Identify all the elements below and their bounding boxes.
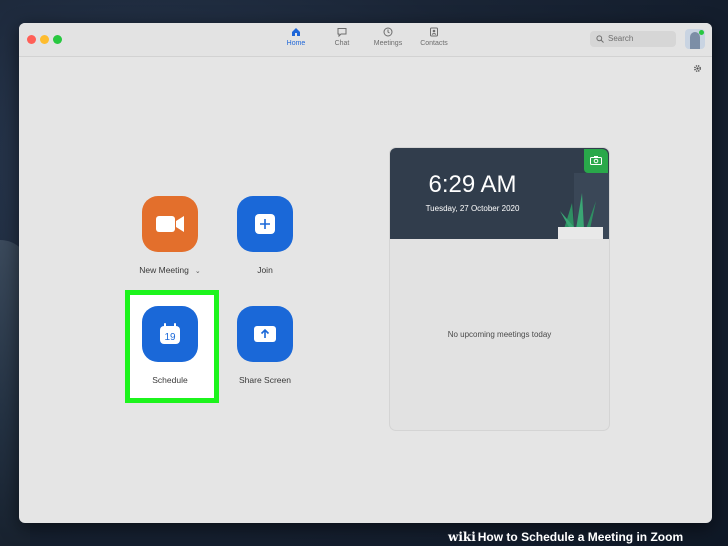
minimize-window-button[interactable]: [40, 35, 49, 44]
new-meeting-tile[interactable]: [142, 196, 198, 252]
plus-icon: [255, 214, 275, 234]
share-screen-tile[interactable]: [237, 306, 293, 362]
tab-contacts[interactable]: Contacts: [410, 27, 458, 53]
background-camera-button[interactable]: [584, 149, 608, 173]
search-input[interactable]: Search: [590, 31, 676, 47]
new-meeting-button[interactable]: New Meeting ⌄: [130, 196, 210, 275]
tab-chat[interactable]: Chat: [318, 27, 366, 53]
current-date: Tuesday, 27 October 2020: [425, 204, 520, 213]
clock-icon: [383, 27, 393, 37]
upload-arrow-icon: [254, 326, 276, 342]
tab-home[interactable]: Home: [272, 27, 320, 53]
tab-chat-label: Chat: [334, 40, 350, 47]
plant-illustration: [558, 173, 609, 239]
chat-icon: [337, 28, 347, 37]
join-tile[interactable]: [237, 196, 293, 252]
share-screen-button[interactable]: Share Screen: [225, 306, 305, 385]
avatar-figure: [690, 32, 700, 49]
join-button[interactable]: Join: [225, 196, 305, 275]
tab-meetings-label: Meetings: [373, 40, 403, 47]
title-bar: Home Chat Meetings Contacts Search: [19, 23, 712, 57]
schedule-label: Schedule: [152, 375, 188, 385]
camera-icon: [590, 156, 602, 165]
new-meeting-label: New Meeting: [139, 265, 189, 275]
zoom-window-button[interactable]: [53, 35, 62, 44]
wikihow-watermark: wiki How to Schedule a Meeting in Zoom: [448, 528, 728, 546]
home-icon: [292, 28, 300, 36]
tab-meetings[interactable]: Meetings: [364, 27, 412, 53]
online-status-dot: [699, 30, 704, 35]
chevron-down-icon[interactable]: ⌄: [195, 267, 201, 275]
video-camera-icon: [156, 216, 184, 232]
clock-header: 6:29 AM Tuesday, 27 October 2020: [390, 148, 609, 239]
contacts-icon: [430, 27, 438, 37]
current-time: 6:29 AM: [428, 171, 517, 198]
no-meetings-message: No upcoming meetings today: [447, 330, 552, 339]
search-icon: [596, 35, 604, 43]
zoom-window: Home Chat Meetings Contacts Search New M…: [19, 23, 712, 523]
close-window-button[interactable]: [27, 35, 36, 44]
share-screen-label: Share Screen: [239, 375, 291, 385]
wikihow-logo: wiki: [448, 530, 476, 544]
schedule-button[interactable]: 19 Schedule: [130, 306, 210, 385]
schedule-tile[interactable]: 19: [142, 306, 198, 362]
search-placeholder: Search: [608, 34, 634, 43]
article-title: How to Schedule a Meeting in Zoom: [477, 530, 684, 544]
tab-contacts-label: Contacts: [420, 40, 448, 47]
join-label: Join: [257, 265, 273, 275]
upcoming-meetings-panel: 6:29 AM Tuesday, 27 October 2020 No upco…: [390, 148, 609, 430]
tab-home-label: Home: [286, 40, 306, 47]
avatar[interactable]: [685, 29, 705, 49]
calendar-day: 19: [164, 332, 176, 343]
calendar-icon: 19: [160, 323, 180, 344]
settings-gear-icon[interactable]: [693, 64, 702, 73]
